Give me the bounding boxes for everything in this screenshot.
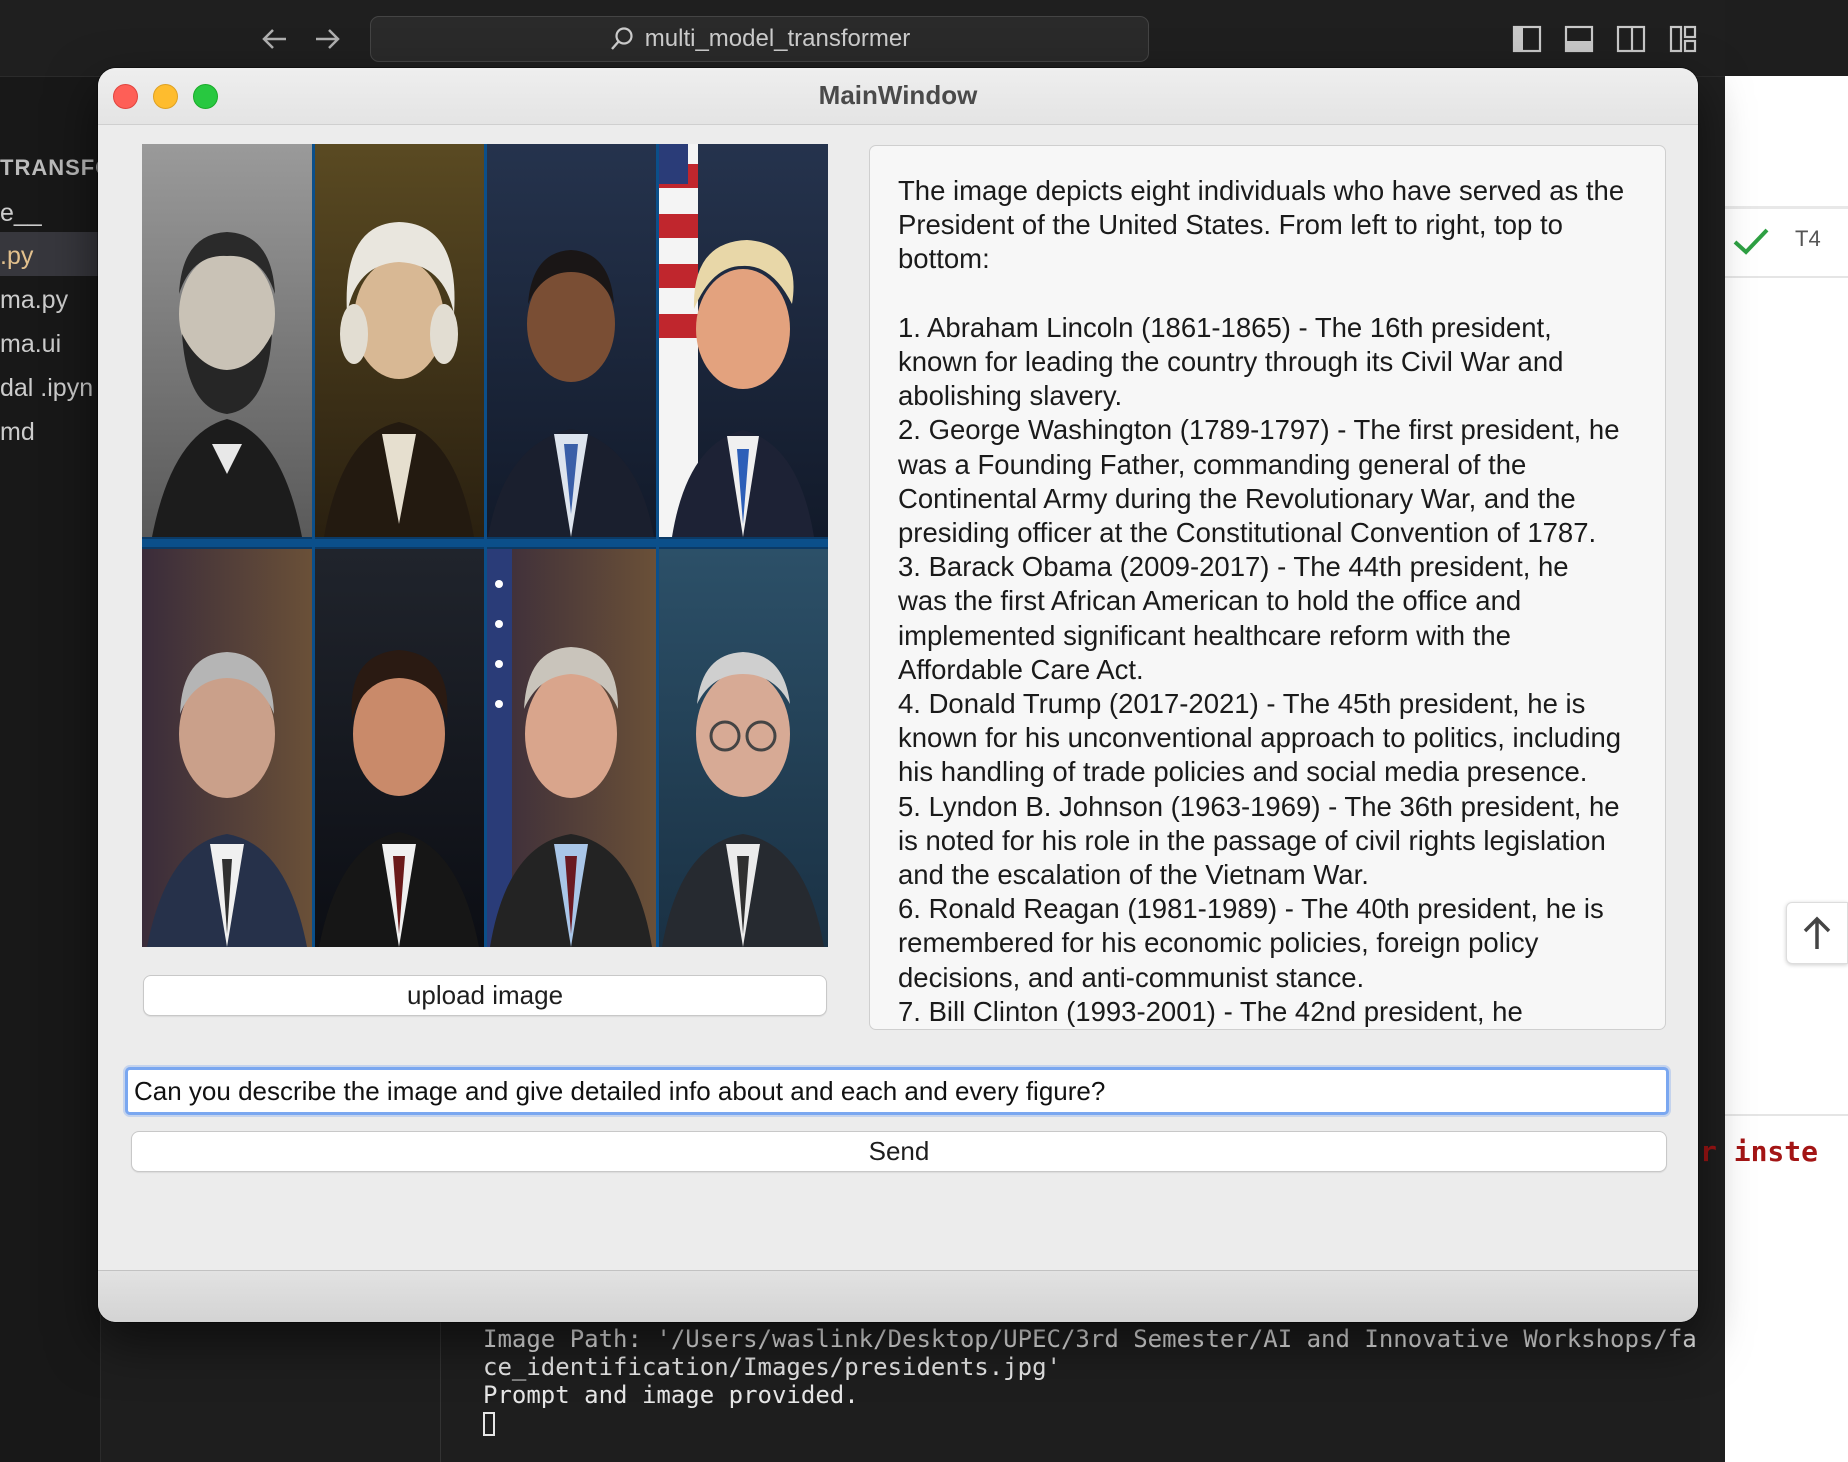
explorer-file[interactable]: dal .ipyn [0, 374, 93, 403]
portrait-tile [486, 144, 656, 537]
search-icon [610, 27, 633, 50]
panel-divider [1725, 276, 1848, 278]
panel-divider [1725, 206, 1848, 209]
explorer-sidebar: TRANSFO e__ .py ma.py ma.ui dal .ipyn md [0, 77, 112, 1462]
code-snippet: r inste [1700, 1135, 1819, 1168]
explorer-folder-header[interactable]: TRANSFO [0, 155, 113, 181]
send-button[interactable]: Send [131, 1131, 1667, 1172]
portrait-tile [658, 549, 828, 947]
terminal-line: ce_identification/Images/presidents.jpg' [483, 1353, 1061, 1381]
explorer-file[interactable]: md [0, 418, 35, 447]
portrait-tile [314, 549, 484, 947]
prompt-input[interactable]: Can you describe the image and give deta… [125, 1067, 1669, 1115]
terminal-line: Prompt and image provided. [483, 1381, 859, 1409]
panel-divider [1725, 1114, 1848, 1116]
response-text: The image depicts eight individuals who … [898, 175, 1625, 1027]
runtime-tab-label[interactable]: T4 [1795, 226, 1821, 252]
portrait-tile [314, 144, 484, 537]
upload-image-button[interactable]: upload image [143, 975, 827, 1016]
terminal-output[interactable]: Image Path: '/Users/waslink/Desktop/UPEC… [440, 1315, 1700, 1462]
toggle-secondary-sidebar-icon[interactable] [1616, 24, 1646, 54]
explorer-file-active[interactable]: .py [0, 242, 33, 271]
window-title: MainWindow [818, 80, 978, 110]
portrait-tile [658, 144, 828, 537]
portrait-tile [486, 549, 656, 947]
scroll-to-top-button[interactable] [1786, 902, 1848, 964]
window-titlebar[interactable]: MainWindow [98, 68, 1698, 125]
uploaded-image-preview [142, 144, 828, 947]
customize-layout-icon[interactable] [1668, 24, 1698, 54]
checkmark-icon [1733, 228, 1769, 255]
terminal-cursor [483, 1412, 495, 1436]
command-center-search[interactable]: multi_model_transformer [370, 16, 1149, 62]
arrow-up-icon [1803, 916, 1831, 949]
explorer-file[interactable]: ma.ui [0, 330, 61, 359]
notebook-panel: T4 [1725, 76, 1848, 1462]
explorer-file[interactable]: ma.py [0, 286, 68, 315]
vscode-titlebar: multi_model_transformer [0, 0, 1725, 77]
portrait-tile [142, 144, 312, 537]
back-arrow-icon[interactable] [258, 22, 292, 56]
toggle-sidebar-icon[interactable] [1512, 24, 1542, 54]
forward-arrow-icon[interactable] [310, 22, 344, 56]
terminal-line: Image Path: '/Users/waslink/Desktop/UPEC… [483, 1325, 1697, 1353]
toggle-panel-icon[interactable] [1564, 24, 1594, 54]
command-center-label: multi_model_transformer [644, 25, 911, 52]
window-statusbar [98, 1270, 1698, 1322]
response-text-area[interactable]: The image depicts eight individuals who … [869, 145, 1666, 1030]
main-window: MainWindow upload image The image depict… [98, 68, 1698, 1322]
portrait-tile [142, 549, 312, 947]
explorer-file[interactable]: e__ [0, 199, 42, 228]
